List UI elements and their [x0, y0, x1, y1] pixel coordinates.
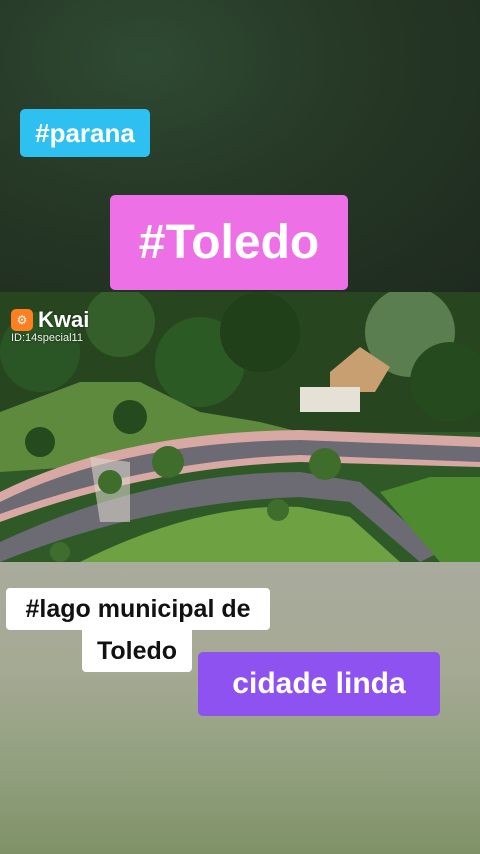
caption-cidade-linda: cidade linda: [198, 652, 440, 716]
kwai-watermark: ⚙ Kwai: [11, 307, 89, 333]
kwai-user-id: ID:14special11: [11, 332, 83, 344]
caption-lago-line2: Toledo: [82, 630, 192, 672]
kwai-logo-icon: ⚙: [11, 309, 33, 331]
hashtag-parana: #parana: [20, 109, 150, 157]
kwai-brand-label: Kwai: [38, 307, 90, 332]
hashtag-toledo: #Toledo: [110, 195, 348, 290]
caption-lago-line1: #lago municipal de: [6, 588, 270, 630]
